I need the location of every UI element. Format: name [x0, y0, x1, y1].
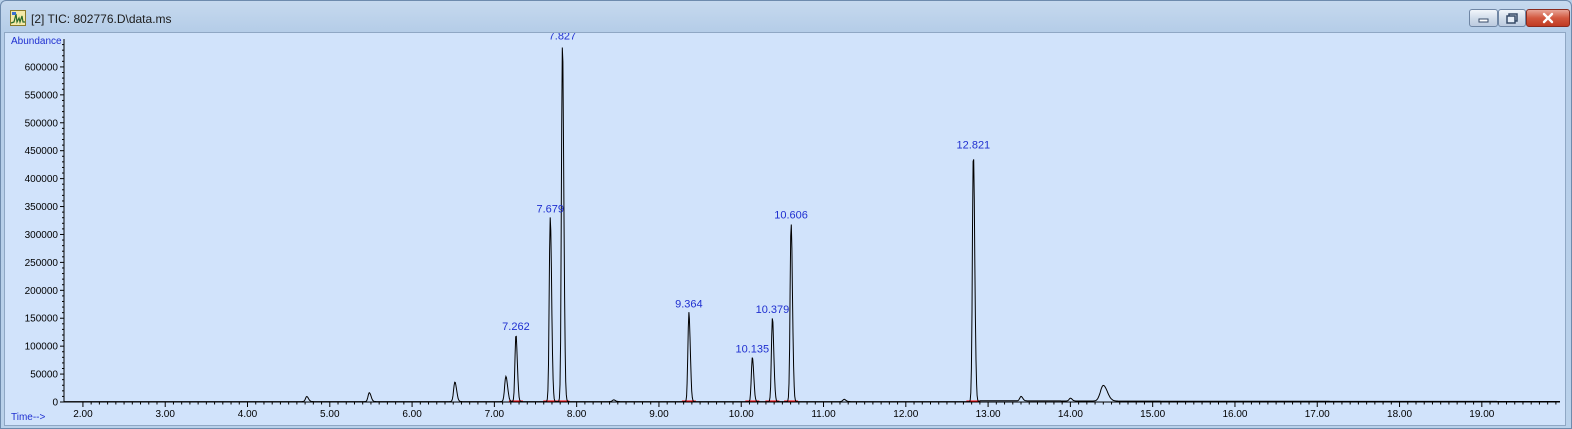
title-bar[interactable]: [2] TIC: 802776.D\data.ms — [1, 1, 1571, 33]
peak-label: 10.606 — [774, 209, 808, 221]
peak-label: 7.827 — [549, 33, 577, 43]
x-tick-label: 16.00 — [1222, 409, 1247, 420]
x-tick-label: 14.00 — [1058, 409, 1083, 420]
peak-label: 7.262 — [502, 321, 530, 333]
y-tick-label: 500000 — [25, 118, 59, 129]
x-tick-label: 19.00 — [1469, 409, 1494, 420]
y-tick-label: 100000 — [25, 342, 59, 353]
x-tick-label: 4.00 — [238, 409, 258, 420]
peak-label: 10.379 — [756, 304, 790, 316]
minimize-icon — [1478, 18, 1489, 23]
x-axis-label: Time--> — [11, 412, 46, 423]
x-tick-label: 5.00 — [320, 409, 340, 420]
x-tick-label: 10.00 — [729, 409, 754, 420]
close-icon — [1542, 12, 1554, 24]
x-tick-label: 6.00 — [402, 409, 422, 420]
y-tick-label: 450000 — [25, 146, 59, 157]
close-button[interactable] — [1526, 9, 1570, 27]
chromatogram-window: [2] TIC: 802776.D\data.ms 0 50000 100000 15… — [0, 0, 1572, 429]
x-tick-label: 7.00 — [485, 409, 505, 420]
x-tick-label: 8.00 — [567, 409, 587, 420]
restore-icon — [1506, 13, 1518, 24]
peak-label: 7.679 — [536, 204, 564, 216]
y-tick-label: 200000 — [25, 286, 59, 297]
x-tick-label: 15.00 — [1140, 409, 1165, 420]
y-tick-label: 550000 — [25, 90, 59, 101]
y-tick-label: 250000 — [25, 258, 59, 269]
chromatogram-chart: 0 50000 100000 150000 200000 250000 300000 3500… — [11, 33, 1560, 423]
x-tick-label: 18.00 — [1387, 409, 1412, 420]
y-tick-label: 0 — [52, 398, 58, 409]
window-title: [2] TIC: 802776.D\data.ms — [31, 12, 172, 26]
chromatogram-line — [64, 47, 1560, 403]
y-tick-label: 50000 — [30, 370, 58, 381]
chromatogram-trace — [64, 47, 1560, 403]
plot-area[interactable]: 0 50000 100000 150000 200000 250000 300000 3500… — [4, 32, 1566, 426]
axes — [63, 39, 1560, 403]
y-tick-label: 150000 — [25, 314, 59, 325]
x-tick-label: 9.00 — [649, 409, 669, 420]
peak-label: 10.135 — [736, 343, 770, 355]
x-tick-label: 11.00 — [811, 409, 836, 420]
x-tick-label: 17.00 — [1305, 409, 1330, 420]
maximize-button[interactable] — [1498, 9, 1526, 27]
peak-labels: 7.262 7.679 7.827 9.364 10.135 10.379 10.606 12… — [502, 33, 990, 355]
y-axis-label: Abundance — [11, 36, 62, 47]
peak-label: 12.821 — [957, 139, 991, 151]
x-tick-label: 12.00 — [893, 409, 918, 420]
x-tick-label: 3.00 — [155, 409, 175, 420]
y-tick-label: 600000 — [25, 62, 59, 73]
peak-label: 9.364 — [675, 299, 703, 311]
minimize-button[interactable] — [1469, 9, 1498, 27]
y-tick-label: 300000 — [25, 230, 59, 241]
y-tick-label: 400000 — [25, 174, 59, 185]
x-tick-label: 2.00 — [73, 409, 93, 420]
chromatogram-app-icon — [10, 10, 26, 26]
ticks: 0 50000 100000 150000 200000 250000 300000 3500… — [25, 44, 1557, 420]
x-tick-label: 13.00 — [976, 409, 1001, 420]
y-tick-label: 350000 — [25, 202, 59, 213]
